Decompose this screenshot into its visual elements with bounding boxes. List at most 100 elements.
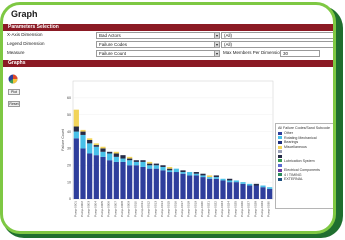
parameters-section-header: Parameters Selection: [3, 24, 333, 31]
bar-segment: [100, 151, 106, 157]
bar-segment: [207, 175, 213, 178]
bar-segment: [93, 145, 99, 147]
x-axis-label: X-Axis Dimension: [7, 32, 43, 37]
x-tick-label: Pump-0029: [260, 201, 264, 217]
measure-value: Failure Count: [99, 50, 127, 56]
legend-swatch: [278, 168, 282, 172]
bar-segment: [87, 153, 93, 199]
bar-segment: [267, 187, 273, 189]
bar-segment: [127, 158, 133, 161]
bar-segment: [153, 165, 159, 169]
bar-segment: [247, 183, 253, 186]
bar-segment: [87, 143, 93, 154]
bar-segment: [167, 172, 173, 199]
measure-row: Measure Failure Count ▾ Max Members Per …: [3, 49, 333, 57]
bar-segment: [160, 165, 166, 167]
y-tick-label: 20: [67, 163, 71, 167]
bar-segment: [227, 178, 233, 181]
bar-segment: [133, 161, 139, 166]
x-tick-label: Pump-0015: [167, 201, 171, 217]
legend-label: 4 / TIMING: [284, 172, 302, 177]
bar-segment: [167, 168, 173, 171]
bar-segment: [147, 165, 153, 169]
x-tick-label: Pump-0006: [107, 201, 111, 217]
bar-segment: [200, 175, 206, 178]
legend-filter-select[interactable]: (All): [221, 40, 333, 48]
legend-swatch: [278, 136, 282, 140]
legend-label: Electrical Components: [284, 168, 320, 173]
x-tick-label: Pump-0020: [200, 201, 204, 217]
bar-segment: [253, 183, 259, 186]
bar-segment: [207, 177, 213, 179]
bar-segment: [167, 166, 173, 169]
bar-segment: [133, 160, 139, 162]
bar-segment: [147, 161, 153, 164]
bar-segment: [73, 126, 79, 132]
bar-segment: [73, 131, 79, 139]
y-tick-label: 0: [69, 197, 71, 201]
legend-filter-value: (All): [224, 41, 232, 47]
y-tick-label: 60: [67, 96, 71, 100]
bar-segment: [140, 166, 146, 199]
max-members-input[interactable]: 30: [280, 49, 320, 57]
bar-segment: [153, 163, 159, 166]
x-tick-label: Pump-0019: [193, 201, 197, 217]
bar-segment: [227, 182, 233, 199]
legend-items: Other Rotating Mechanical Bearings Miscella…: [278, 131, 332, 182]
bar-segment: [193, 175, 199, 199]
page-title: Graph: [11, 9, 38, 19]
reset-button[interactable]: Reset: [8, 101, 20, 107]
x-tick-label: Pump-0011: [140, 201, 144, 217]
x-axis-filter-select[interactable]: (All): [221, 31, 333, 39]
x-axis-select[interactable]: Bad Actors ▾: [96, 31, 220, 39]
measure-select[interactable]: Failure Count ▾: [96, 49, 220, 57]
legend-dimension-value: Failure Codes: [99, 41, 128, 47]
bar-segment: [120, 161, 126, 199]
bar-segment: [187, 172, 193, 176]
bar-segment: [213, 178, 219, 199]
legend-swatch: [278, 163, 282, 167]
bar-segment: [93, 146, 99, 156]
bar-segment: [220, 178, 226, 181]
x-tick-label: Pump-0014: [160, 201, 164, 217]
x-tick-label: Pump-0010: [133, 201, 137, 217]
bar-segment: [193, 172, 199, 174]
legend-label: Rotating Mechanical: [284, 135, 317, 140]
bar-segment: [120, 158, 126, 162]
x-axis-row: X-Axis Dimension Bad Actors ▾ (All): [3, 31, 333, 39]
bar-segment: [153, 168, 159, 199]
graphs-section-header: Graphs: [3, 60, 333, 67]
plot-button[interactable]: Plot: [8, 89, 20, 95]
chart-legend: All Failure Codes/Sand Subcode Other Rota…: [275, 123, 333, 209]
legend-swatch: [278, 159, 282, 163]
bar-segment: [140, 160, 146, 162]
bar-segment: [240, 183, 246, 199]
x-tick-label: Pump-0013: [153, 201, 157, 217]
bar-segment: [113, 151, 119, 154]
x-tick-label: Pump-0026: [240, 201, 244, 217]
bar-segment: [220, 180, 226, 199]
bar-segment: [73, 138, 79, 199]
bar-segment: [173, 172, 179, 199]
bar-segment: [80, 134, 86, 149]
chart-area: 0 10 20 30 40 50 60 Failure Count Pump-0001 Pump-…: [61, 77, 276, 231]
legend-label: Bearings: [284, 140, 299, 145]
x-tick-label: Pump-0016: [173, 201, 177, 217]
legend-swatch: [278, 154, 282, 158]
x-tick-label: Pump-0003: [87, 201, 91, 217]
legend-swatch: [278, 131, 282, 135]
legend-swatch: [278, 173, 282, 177]
bar-chart: 0102030405060Failure CountPump-0001 Pump-…: [61, 80, 274, 217]
bar-segment: [180, 170, 186, 173]
measure-label: Measure: [7, 50, 25, 55]
legend-dimension-select[interactable]: Failure Codes ▾: [96, 40, 220, 48]
bar-segment: [127, 156, 133, 159]
bar-segment: [167, 170, 173, 173]
bar-segment: [127, 165, 133, 199]
x-tick-label: Pump-0005: [100, 201, 104, 217]
x-tick-label: Pump-0007: [113, 201, 117, 217]
x-tick-label: Pump-0012: [147, 201, 151, 217]
legend-label: Lubrication System: [284, 158, 315, 163]
bar-segment: [87, 138, 93, 140]
bar-segment: [260, 187, 266, 199]
